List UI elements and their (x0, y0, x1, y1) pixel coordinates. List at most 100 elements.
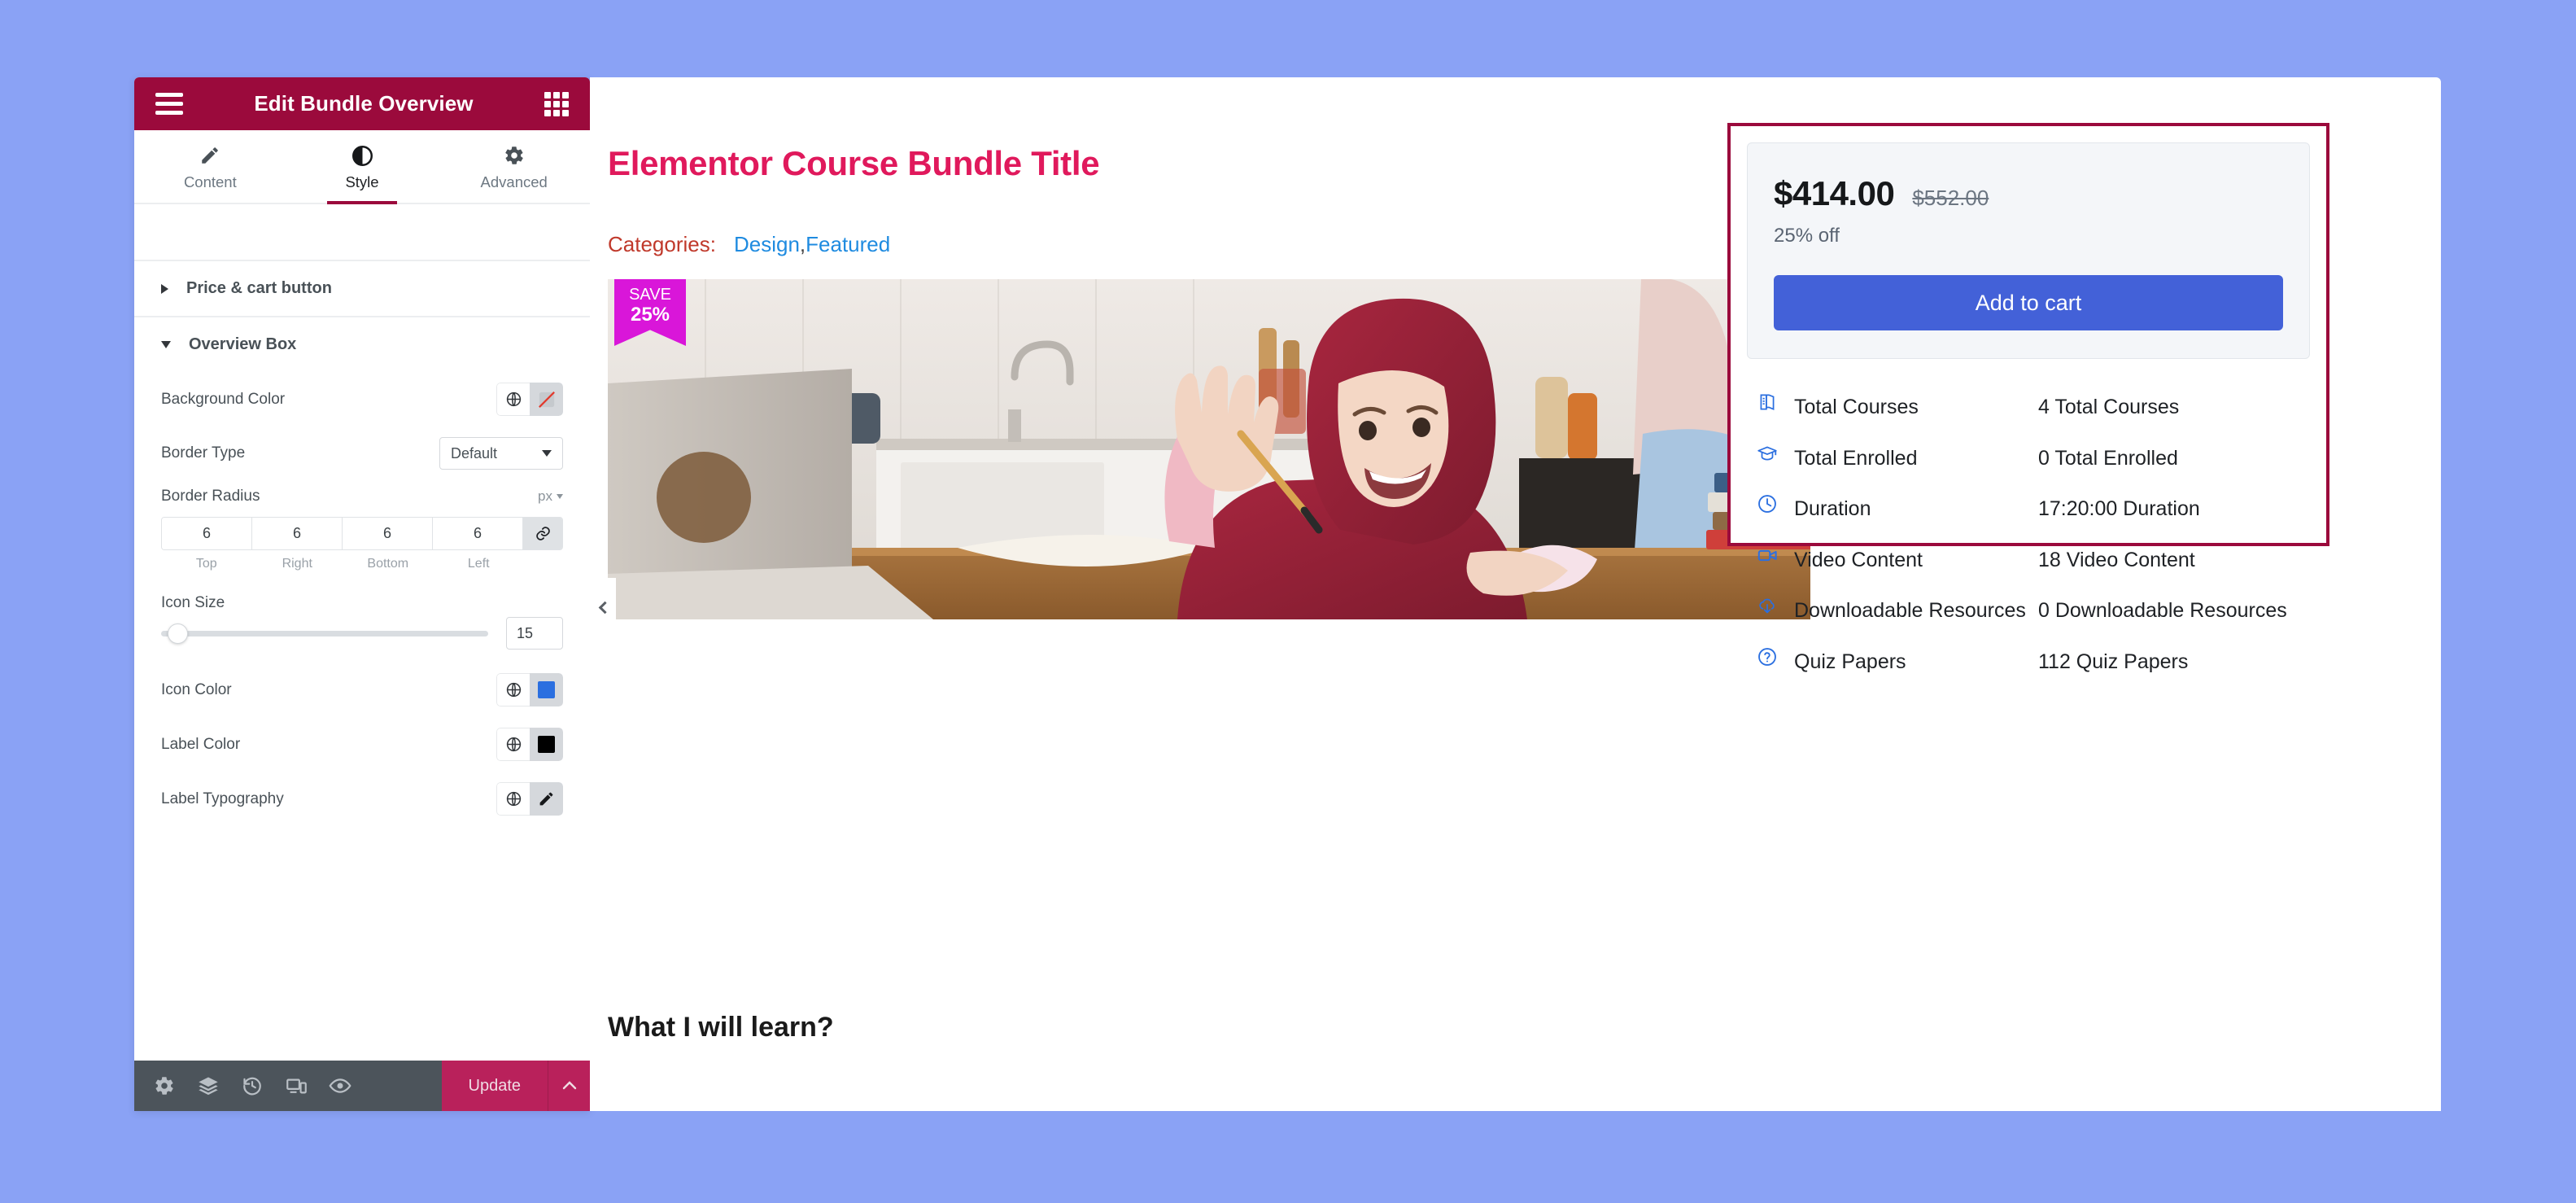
question-circle-icon (1757, 645, 1794, 667)
panel-tabs: Content Style Advanced (134, 130, 590, 204)
grid-apps-icon[interactable] (544, 91, 569, 116)
panel-header: Edit Bundle Overview (134, 77, 590, 130)
gear-icon[interactable] (142, 1061, 186, 1111)
overview-box-widget[interactable]: $414.00 $552.00 25% off Add to cart Tota… (1727, 123, 2329, 673)
border-type-select[interactable]: Default (439, 437, 563, 470)
overview-stats-list: Total Courses 4 Total Courses Total Enro… (1731, 375, 2326, 700)
border-radius-right-input[interactable]: 6 (252, 518, 343, 549)
stat-value: 112 Quiz Papers (2038, 650, 2189, 673)
layers-icon[interactable] (186, 1061, 230, 1111)
globe-icon[interactable] (496, 782, 530, 816)
control-icon-size: 15 (134, 614, 590, 663)
icon-color-swatch[interactable] (530, 673, 563, 706)
control-label-typography: Label Typography (134, 772, 590, 826)
original-price: $552.00 (1912, 186, 1989, 210)
pencil-icon[interactable] (530, 782, 563, 816)
section-overview-box[interactable]: Overview Box (134, 317, 590, 372)
globe-icon[interactable] (496, 383, 530, 416)
save-badge-line2: 25% (630, 304, 670, 326)
stat-value: 17:20:00 Duration (2038, 497, 2200, 520)
control-label-color: Label Color (134, 717, 590, 772)
pencil-icon (134, 143, 286, 168)
current-price: $414.00 (1774, 174, 1895, 212)
contrast-icon (286, 143, 439, 168)
icon-color-label: Icon Color (161, 680, 232, 698)
border-radius-unit-value: px (538, 488, 552, 504)
graduation-cap-icon (1757, 441, 1794, 464)
globe-icon[interactable] (496, 728, 530, 761)
what-i-will-learn-heading: What I will learn? (608, 1012, 834, 1043)
course-hero-image (608, 279, 1810, 619)
stat-value: 18 Video Content (2038, 548, 2195, 571)
discount-text: 25% off (1774, 225, 1840, 247)
panel-collapse-handle[interactable] (590, 578, 616, 636)
border-radius-top-input[interactable]: 6 (162, 518, 252, 549)
link-icon[interactable] (523, 518, 562, 549)
footer-icon-group (134, 1061, 442, 1111)
border-radius-unit-selector[interactable]: px (538, 488, 563, 505)
border-radius-label-bottom: Bottom (367, 557, 409, 571)
hamburger-icon[interactable] (155, 93, 183, 115)
tab-style[interactable]: Style (286, 130, 439, 203)
icon-color-picker (496, 673, 563, 706)
icon-size-slider[interactable] (161, 623, 488, 644)
stat-row: Duration 17:20:00 Duration (1757, 483, 2300, 535)
label-color-label: Label Color (161, 735, 241, 753)
tab-advanced[interactable]: Advanced (438, 130, 590, 203)
chevron-down-icon (161, 341, 171, 348)
border-radius-bottom-input[interactable]: 6 (343, 518, 433, 549)
chevron-up-icon[interactable] (548, 1061, 590, 1111)
stat-label: Total Enrolled (1794, 446, 1918, 470)
label-color-picker (496, 728, 563, 761)
cloud-download-icon (1757, 593, 1794, 616)
gear-icon (438, 143, 590, 168)
control-background-color: Background Color (134, 372, 590, 427)
category-link-featured[interactable]: Featured (806, 232, 890, 256)
stat-label: Total Courses (1794, 396, 1919, 418)
category-link-design[interactable]: Design (734, 232, 800, 256)
tab-advanced-label: Advanced (480, 173, 548, 190)
elementor-editor-panel: Edit Bundle Overview Content Style Advan… (134, 77, 590, 1111)
update-button[interactable]: Update (441, 1061, 548, 1111)
control-border-radius: Border Radius px 6 6 6 6 Top Right Botto… (134, 480, 590, 581)
stat-row: Total Enrolled 0 Total Enrolled (1757, 433, 2300, 484)
history-icon[interactable] (230, 1061, 274, 1111)
slider-thumb[interactable] (168, 623, 189, 644)
icon-size-input[interactable]: 15 (506, 617, 563, 650)
border-radius-inputs: 6 6 6 6 (161, 517, 563, 550)
panel-title: Edit Bundle Overview (254, 91, 474, 116)
swatch-fill (538, 681, 555, 698)
add-to-cart-button[interactable]: Add to cart (1774, 275, 2283, 330)
stat-label: Duration (1794, 497, 1871, 520)
label-typography-picker (496, 782, 563, 816)
preview-eye-icon[interactable] (318, 1061, 362, 1111)
globe-icon[interactable] (496, 673, 530, 706)
editor-canvas: Elementor Course Bundle Title Categories… (590, 77, 2441, 1111)
stat-value: 0 Total Enrolled (2038, 446, 2178, 470)
section-price-cart-button[interactable]: Price & cart button (134, 261, 590, 317)
video-camera-icon (1757, 543, 1794, 567)
chevron-left-icon (598, 601, 611, 614)
border-type-value: Default (451, 444, 498, 462)
tab-content[interactable]: Content (134, 130, 286, 203)
panel-controls: Price & cart button Overview Box Backgro… (134, 261, 590, 1061)
page-title: Elementor Course Bundle Title (608, 144, 1100, 182)
tab-style-label: Style (345, 173, 379, 190)
border-type-label: Border Type (161, 444, 246, 462)
chevron-right-icon (161, 283, 168, 294)
section-price-cart-button-label: Price & cart button (186, 279, 332, 297)
label-color-swatch[interactable] (530, 728, 563, 761)
stat-label: Quiz Papers (1794, 650, 1906, 673)
stat-value: 0 Downloadable Resources (2038, 599, 2287, 622)
stat-row: Total Courses 4 Total Courses (1757, 382, 2300, 433)
border-radius-side-labels: Top Right Bottom Left (161, 557, 563, 571)
panel-footer-toolbar: Update (134, 1061, 590, 1111)
slider-track (161, 630, 488, 636)
background-color-swatch[interactable] (530, 383, 563, 416)
stat-row: Video Content 18 Video Content (1757, 535, 2300, 586)
background-color-picker (496, 383, 563, 416)
responsive-icon[interactable] (274, 1061, 318, 1111)
border-radius-label: Border Radius (161, 488, 260, 505)
border-radius-left-input[interactable]: 6 (433, 518, 523, 549)
